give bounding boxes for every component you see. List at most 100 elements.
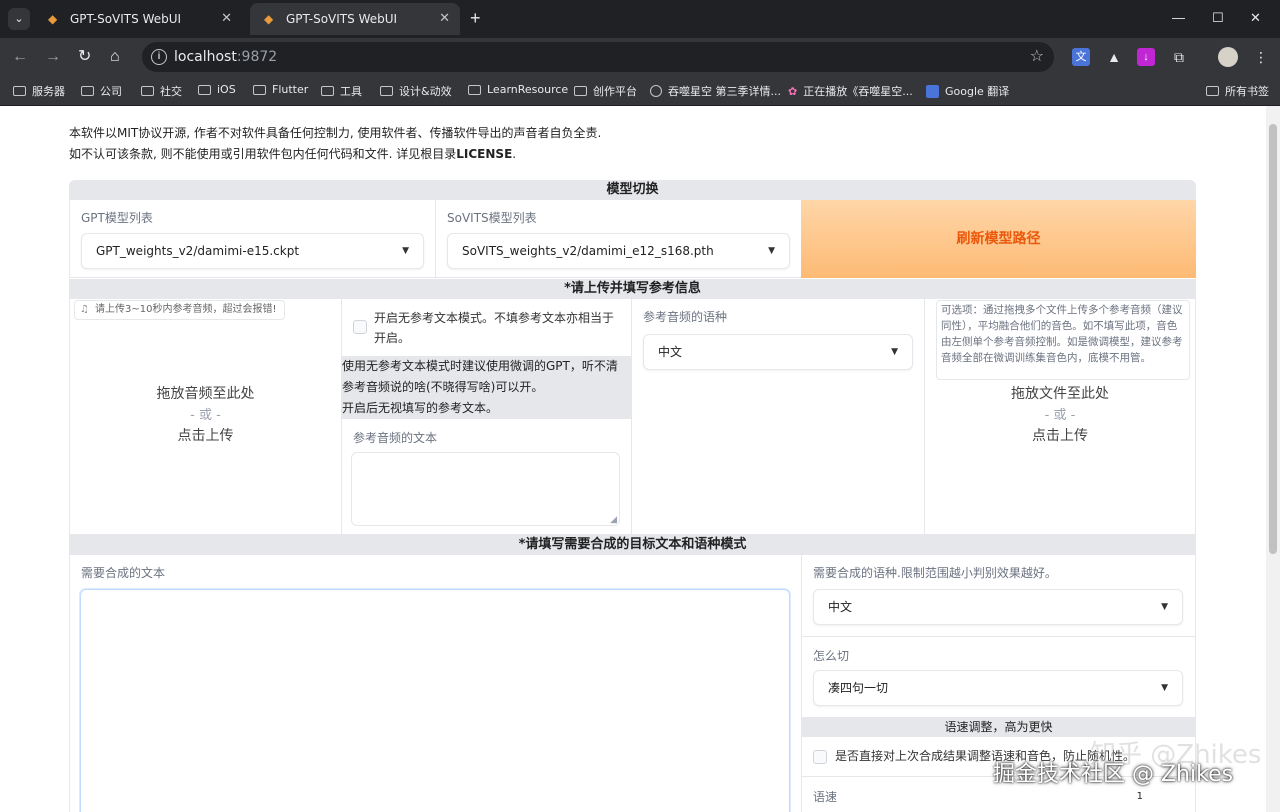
ref-audio-dropzone[interactable]: 拖放音频至此处 - 或 - 点击上传 — [69, 384, 342, 447]
bookmark-link[interactable]: Google 翻译 — [926, 83, 1009, 99]
no-ref-checkbox-label[interactable]: 开启无参考文本模式。不填参考文本亦相当于开启。 — [374, 308, 622, 348]
target-lang-label: 需要合成的语种.限制范围越小判别效果越好。 — [813, 566, 1057, 580]
watermark: 掘金技术社区 @ Zhikes — [993, 762, 1234, 787]
bookmark-folder[interactable]: 设计&动效 — [380, 83, 452, 99]
chevron-down-icon: ▼ — [1161, 683, 1168, 693]
url-text: localhost:9872 — [174, 49, 278, 65]
minimize-icon[interactable]: — — [1172, 10, 1185, 25]
webui-page: 本软件以MIT协议开源, 作者不对软件具备任何控制力, 使用软件者、传播软件导出… — [0, 106, 1266, 812]
target-text-label: 需要合成的文本 — [81, 566, 166, 580]
gradio-favicon-icon: ◆ — [48, 12, 58, 26]
close-window-icon[interactable]: ✕ — [1250, 10, 1261, 26]
globe-icon — [650, 85, 662, 97]
ref-text-input[interactable]: ◢ — [351, 452, 620, 526]
bookmarks-bar: 服务器 公司 社交 iOS Flutter 工具 设计&动效 LearnReso… — [0, 76, 1280, 106]
gpt-model-dropdown[interactable]: GPT_weights_v2/damimi-e15.ckpt ▼ — [81, 233, 424, 269]
back-icon[interactable]: ← — [12, 47, 28, 67]
bookmark-folder[interactable]: 工具 — [321, 83, 362, 99]
close-tab-icon[interactable]: ✕ — [439, 11, 450, 26]
notice-line-1: 本软件以MIT协议开源, 作者不对软件具备任何控制力, 使用软件者、传播软件导出… — [69, 126, 602, 140]
address-bar[interactable]: i localhost:9872 ☆ — [142, 42, 1054, 72]
speed-value[interactable]: 1 — [1137, 791, 1143, 802]
download-extension-icon[interactable]: ↓ — [1137, 48, 1155, 66]
tab-title: GPT-SoVITS WebUI — [286, 12, 398, 26]
all-bookmarks-folder[interactable]: 所有书签 — [1206, 83, 1269, 99]
folder-icon — [321, 86, 334, 96]
resize-handle-icon[interactable]: ◢ — [610, 514, 617, 525]
flower-favicon-icon: ✿ — [788, 84, 798, 98]
bookmark-folder[interactable]: Flutter — [253, 83, 308, 96]
home-icon[interactable]: ⌂ — [110, 47, 120, 67]
split-label: 怎么切 — [813, 649, 850, 663]
bookmark-folder[interactable]: iOS — [198, 83, 236, 96]
model-switch-header: 模型切换 — [69, 180, 1196, 200]
license-notice: 本软件以MIT协议开源, 作者不对软件具备任何控制力, 使用软件者、传播软件导出… — [69, 123, 601, 165]
split-panel: 怎么切 凑四句一切 ▼ — [801, 636, 1196, 718]
gpt-model-panel: GPT模型列表 GPT_weights_v2/damimi-e15.ckpt ▼ — [69, 200, 436, 278]
tab-2-active[interactable]: ◆ GPT-SoVITS WebUI ✕ — [250, 3, 460, 35]
chevron-down-icon: ▼ — [1161, 602, 1168, 612]
warning-extension-icon[interactable]: ▲ — [1105, 48, 1123, 66]
bookmark-link[interactable]: ✿ 正在播放《吞噬星空... — [788, 83, 913, 99]
bookmark-folder[interactable]: 公司 — [81, 83, 122, 99]
folder-icon — [198, 84, 211, 95]
folder-icon — [13, 86, 26, 96]
target-lang-panel: 需要合成的语种.限制范围越小判别效果越好。 中文 ▼ — [801, 555, 1196, 637]
split-dropdown[interactable]: 凑四句一切 ▼ — [813, 670, 1183, 706]
target-text-input[interactable] — [80, 589, 790, 812]
multi-ref-hint: 可选项：通过拖拽多个文件上传多个参考音频（建议同性），平均融合他们的音色。如不填… — [936, 300, 1190, 380]
bookmark-folder[interactable]: 服务器 — [13, 83, 65, 99]
bookmark-star-icon[interactable]: ☆ — [1030, 46, 1044, 66]
reference-header: *请上传并填写参考信息 — [69, 279, 1196, 299]
notice-line-2: 如不认可该条款, 则不能使用或引用软件包内任何代码和文件. 详见根目录LICEN… — [69, 147, 517, 161]
ref-lang-panel: 参考音频的语种 中文 ▼ — [631, 299, 925, 535]
bookmark-folder[interactable]: 社交 — [141, 83, 182, 99]
sovits-model-panel: SoVITS模型列表 SoVITS_weights_v2/damimi_e12_… — [435, 200, 802, 278]
extensions-puzzle-icon[interactable]: ⧉ — [1170, 48, 1188, 66]
maximize-icon[interactable]: ☐ — [1212, 10, 1224, 26]
folder-icon — [1206, 86, 1219, 96]
translate-extension-icon[interactable]: 文 — [1072, 48, 1090, 66]
sovits-model-dropdown[interactable]: SoVITS_weights_v2/damimi_e12_s168.pth ▼ — [447, 233, 790, 269]
google-translate-icon — [926, 84, 939, 98]
forward-icon[interactable]: → — [45, 47, 61, 67]
chevron-down-icon: ▼ — [402, 246, 409, 256]
bookmark-folder[interactable]: 创作平台 — [574, 83, 637, 99]
gpt-model-label: GPT模型列表 — [81, 211, 153, 225]
folder-icon — [574, 86, 587, 96]
browser-toolbar: ← → ↻ ⌂ i localhost:9872 ☆ 文 ▲ ↓ ⧉ ⋮ — [0, 38, 1280, 76]
bookmark-folder[interactable]: LearnResource — [468, 83, 568, 96]
tab-title: GPT-SoVITS WebUI — [70, 12, 182, 26]
profile-avatar[interactable] — [1218, 47, 1238, 67]
refresh-models-button[interactable]: 刷新模型路径 — [801, 200, 1196, 278]
gradio-favicon-icon: ◆ — [264, 12, 274, 26]
folder-icon — [380, 86, 393, 96]
ref-text-label: 参考音频的文本 — [353, 431, 438, 445]
tab-search-button[interactable]: ⌄ — [8, 8, 30, 30]
site-info-icon[interactable]: i — [151, 49, 167, 65]
folder-icon — [468, 84, 481, 95]
no-ref-checkbox[interactable] — [353, 320, 367, 334]
target-lang-dropdown[interactable]: 中文 ▼ — [813, 589, 1183, 625]
multi-ref-dropzone[interactable]: 拖放文件至此处 - 或 - 点击上传 — [924, 384, 1196, 447]
sovits-model-label: SoVITS模型列表 — [447, 211, 537, 225]
new-tab-button[interactable]: + — [470, 8, 481, 28]
menu-kebab-icon[interactable]: ⋮ — [1252, 48, 1270, 66]
speed-reuse-checkbox[interactable] — [813, 750, 827, 764]
no-ref-info: 使用无参考文本模式时建议使用微调的GPT，听不清 参考音频说的啥(不晓得写啥)可… — [341, 356, 631, 419]
ref-lang-dropdown[interactable]: 中文 ▼ — [643, 334, 913, 370]
tab-1[interactable]: ◆ GPT-SoVITS WebUI ✕ — [34, 3, 242, 35]
chevron-down-icon: ▼ — [891, 347, 898, 357]
folder-icon — [253, 84, 266, 95]
speed-label: 语速 — [813, 790, 838, 804]
ref-lang-label: 参考音频的语种 — [643, 310, 728, 324]
bookmark-link[interactable]: 吞噬星空 第三季详情... — [650, 83, 781, 99]
tab-strip: ⌄ ◆ GPT-SoVITS WebUI ✕ ◆ GPT-SoVITS WebU… — [0, 0, 1280, 38]
reload-icon[interactable]: ↻ — [78, 47, 91, 67]
page-scrollbar[interactable] — [1266, 106, 1280, 812]
scrollbar-thumb[interactable] — [1269, 124, 1277, 554]
folder-icon — [141, 86, 154, 96]
chevron-down-icon: ▼ — [768, 246, 775, 256]
close-tab-icon[interactable]: ✕ — [221, 11, 232, 26]
music-note-icon: ♫ — [80, 304, 89, 315]
